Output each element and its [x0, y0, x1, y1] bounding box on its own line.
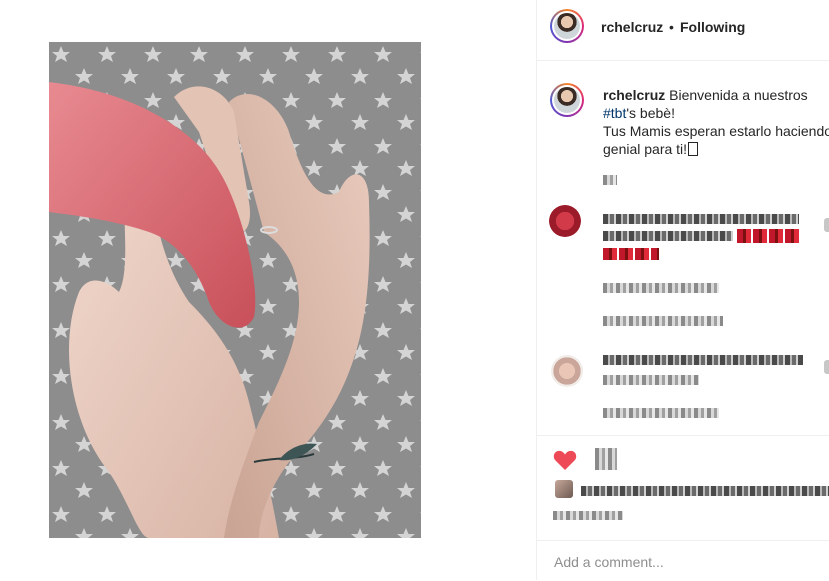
- liked-by-text[interactable]: [581, 486, 829, 496]
- comment-text: [603, 231, 733, 241]
- post-caption: rchelcruz Bienvenida a nuestros #tbt's b…: [603, 86, 829, 158]
- follow-separator: •: [669, 19, 674, 35]
- comment-text: [603, 355, 803, 365]
- comment-input[interactable]: [552, 549, 816, 575]
- post-timestamp: [553, 511, 623, 520]
- post-header: rchelcruz • Following: [537, 0, 829, 61]
- caption-avatar[interactable]: [550, 83, 584, 117]
- photo-illustration: [49, 42, 421, 538]
- avatar[interactable]: [550, 9, 584, 43]
- heart-icon[interactable]: [553, 449, 577, 471]
- comment-text: [603, 214, 799, 224]
- add-comment-bar: [537, 540, 829, 581]
- comment-emoji: [737, 229, 799, 243]
- following-button[interactable]: Following: [680, 19, 745, 35]
- view-replies[interactable]: [603, 316, 723, 326]
- comment-text: [603, 375, 699, 385]
- liked-by-avatar: [555, 480, 573, 498]
- caption-text-4: genial para ti!: [603, 141, 688, 157]
- caption-text-2: 's bebè!: [626, 105, 675, 121]
- caption-text-3: Tus Mamis esperan estarlo haciendo: [603, 123, 829, 139]
- comment-like-icon[interactable]: [824, 360, 829, 374]
- divider: [537, 435, 829, 436]
- action-icons[interactable]: [595, 448, 617, 470]
- header-username[interactable]: rchelcruz: [601, 19, 663, 35]
- emoji-box-icon: [688, 142, 699, 156]
- post-side-panel: rchelcruz • Following rchelcruz Bienveni…: [536, 0, 829, 580]
- caption-username[interactable]: rchelcruz: [603, 87, 665, 103]
- comment-meta[interactable]: [603, 283, 719, 293]
- comment-like-icon[interactable]: [824, 218, 829, 232]
- post-photo[interactable]: [49, 42, 421, 538]
- comment-meta[interactable]: [603, 408, 719, 418]
- post-media-area: [0, 0, 536, 580]
- caption-text-1: Bienvenida a nuestros: [669, 87, 808, 103]
- hashtag-link[interactable]: #tbt: [603, 105, 626, 121]
- comment-avatar[interactable]: [549, 205, 581, 237]
- caption-timestamp: [603, 175, 617, 185]
- comment-emoji: [603, 248, 659, 260]
- comment-avatar[interactable]: [551, 355, 583, 387]
